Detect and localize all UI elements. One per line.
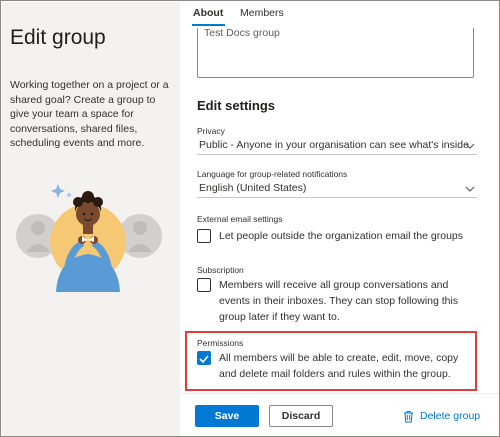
- external-email-checkbox[interactable]: [197, 229, 211, 243]
- page-description: Working together on a project or a share…: [10, 79, 169, 149]
- external-email-label: External email settings: [197, 214, 283, 224]
- subscription-checkbox[interactable]: [197, 278, 211, 292]
- chevron-down-icon: [465, 186, 475, 192]
- delete-group-button[interactable]: Delete group: [403, 408, 480, 424]
- permissions-checkbox[interactable]: [197, 351, 211, 365]
- checkmark-icon: [199, 355, 209, 364]
- save-button[interactable]: Save: [195, 405, 259, 427]
- privacy-label: Privacy: [197, 126, 225, 136]
- group-description-field[interactable]: Test Docs group: [197, 28, 474, 78]
- edit-settings-heading: Edit settings: [197, 98, 276, 113]
- footer-actions: Save Discard Delete group: [181, 394, 499, 436]
- language-dropdown[interactable]: English (United States): [197, 180, 477, 198]
- external-email-text: Let people outside the organization emai…: [219, 230, 464, 242]
- discard-button[interactable]: Discard: [269, 405, 333, 427]
- chevron-down-icon: [465, 143, 475, 149]
- delete-group-label: Delete group: [420, 410, 481, 422]
- subscription-label: Subscription: [197, 265, 244, 275]
- privacy-dropdown[interactable]: Public - Anyone in your organisation can…: [197, 137, 477, 155]
- tab-members[interactable]: Members: [240, 7, 284, 19]
- page-title: Edit group: [10, 26, 106, 49]
- subscription-option[interactable]: Members will receive all group conversat…: [197, 277, 479, 327]
- info-panel: Edit group Working together on a project…: [2, 2, 180, 436]
- settings-scroll-area[interactable]: Test Docs group Edit settings Privacy Pu…: [181, 28, 491, 393]
- edit-group-window: Edit group Working together on a project…: [0, 0, 500, 437]
- settings-panel: About Members Test Docs group Edit setti…: [181, 2, 499, 436]
- language-value: English (United States): [199, 182, 307, 194]
- privacy-value: Public - Anyone in your organisation can…: [199, 139, 469, 151]
- active-tab-indicator: [192, 24, 225, 26]
- group-illustration: [16, 184, 162, 292]
- permissions-text: All members will be able to create, edit…: [219, 352, 459, 380]
- permissions-label: Permissions: [197, 338, 244, 348]
- group-description-value: Test Docs group: [204, 28, 280, 39]
- tab-about[interactable]: About: [193, 7, 223, 19]
- trash-icon: [404, 410, 413, 422]
- subscription-text: Members will receive all group conversat…: [219, 279, 459, 323]
- tab-bar: About Members: [181, 2, 499, 28]
- language-label: Language for group-related notifications: [197, 169, 348, 179]
- permissions-option[interactable]: All members will be able to create, edit…: [197, 350, 479, 384]
- external-email-option[interactable]: Let people outside the organization emai…: [197, 228, 479, 246]
